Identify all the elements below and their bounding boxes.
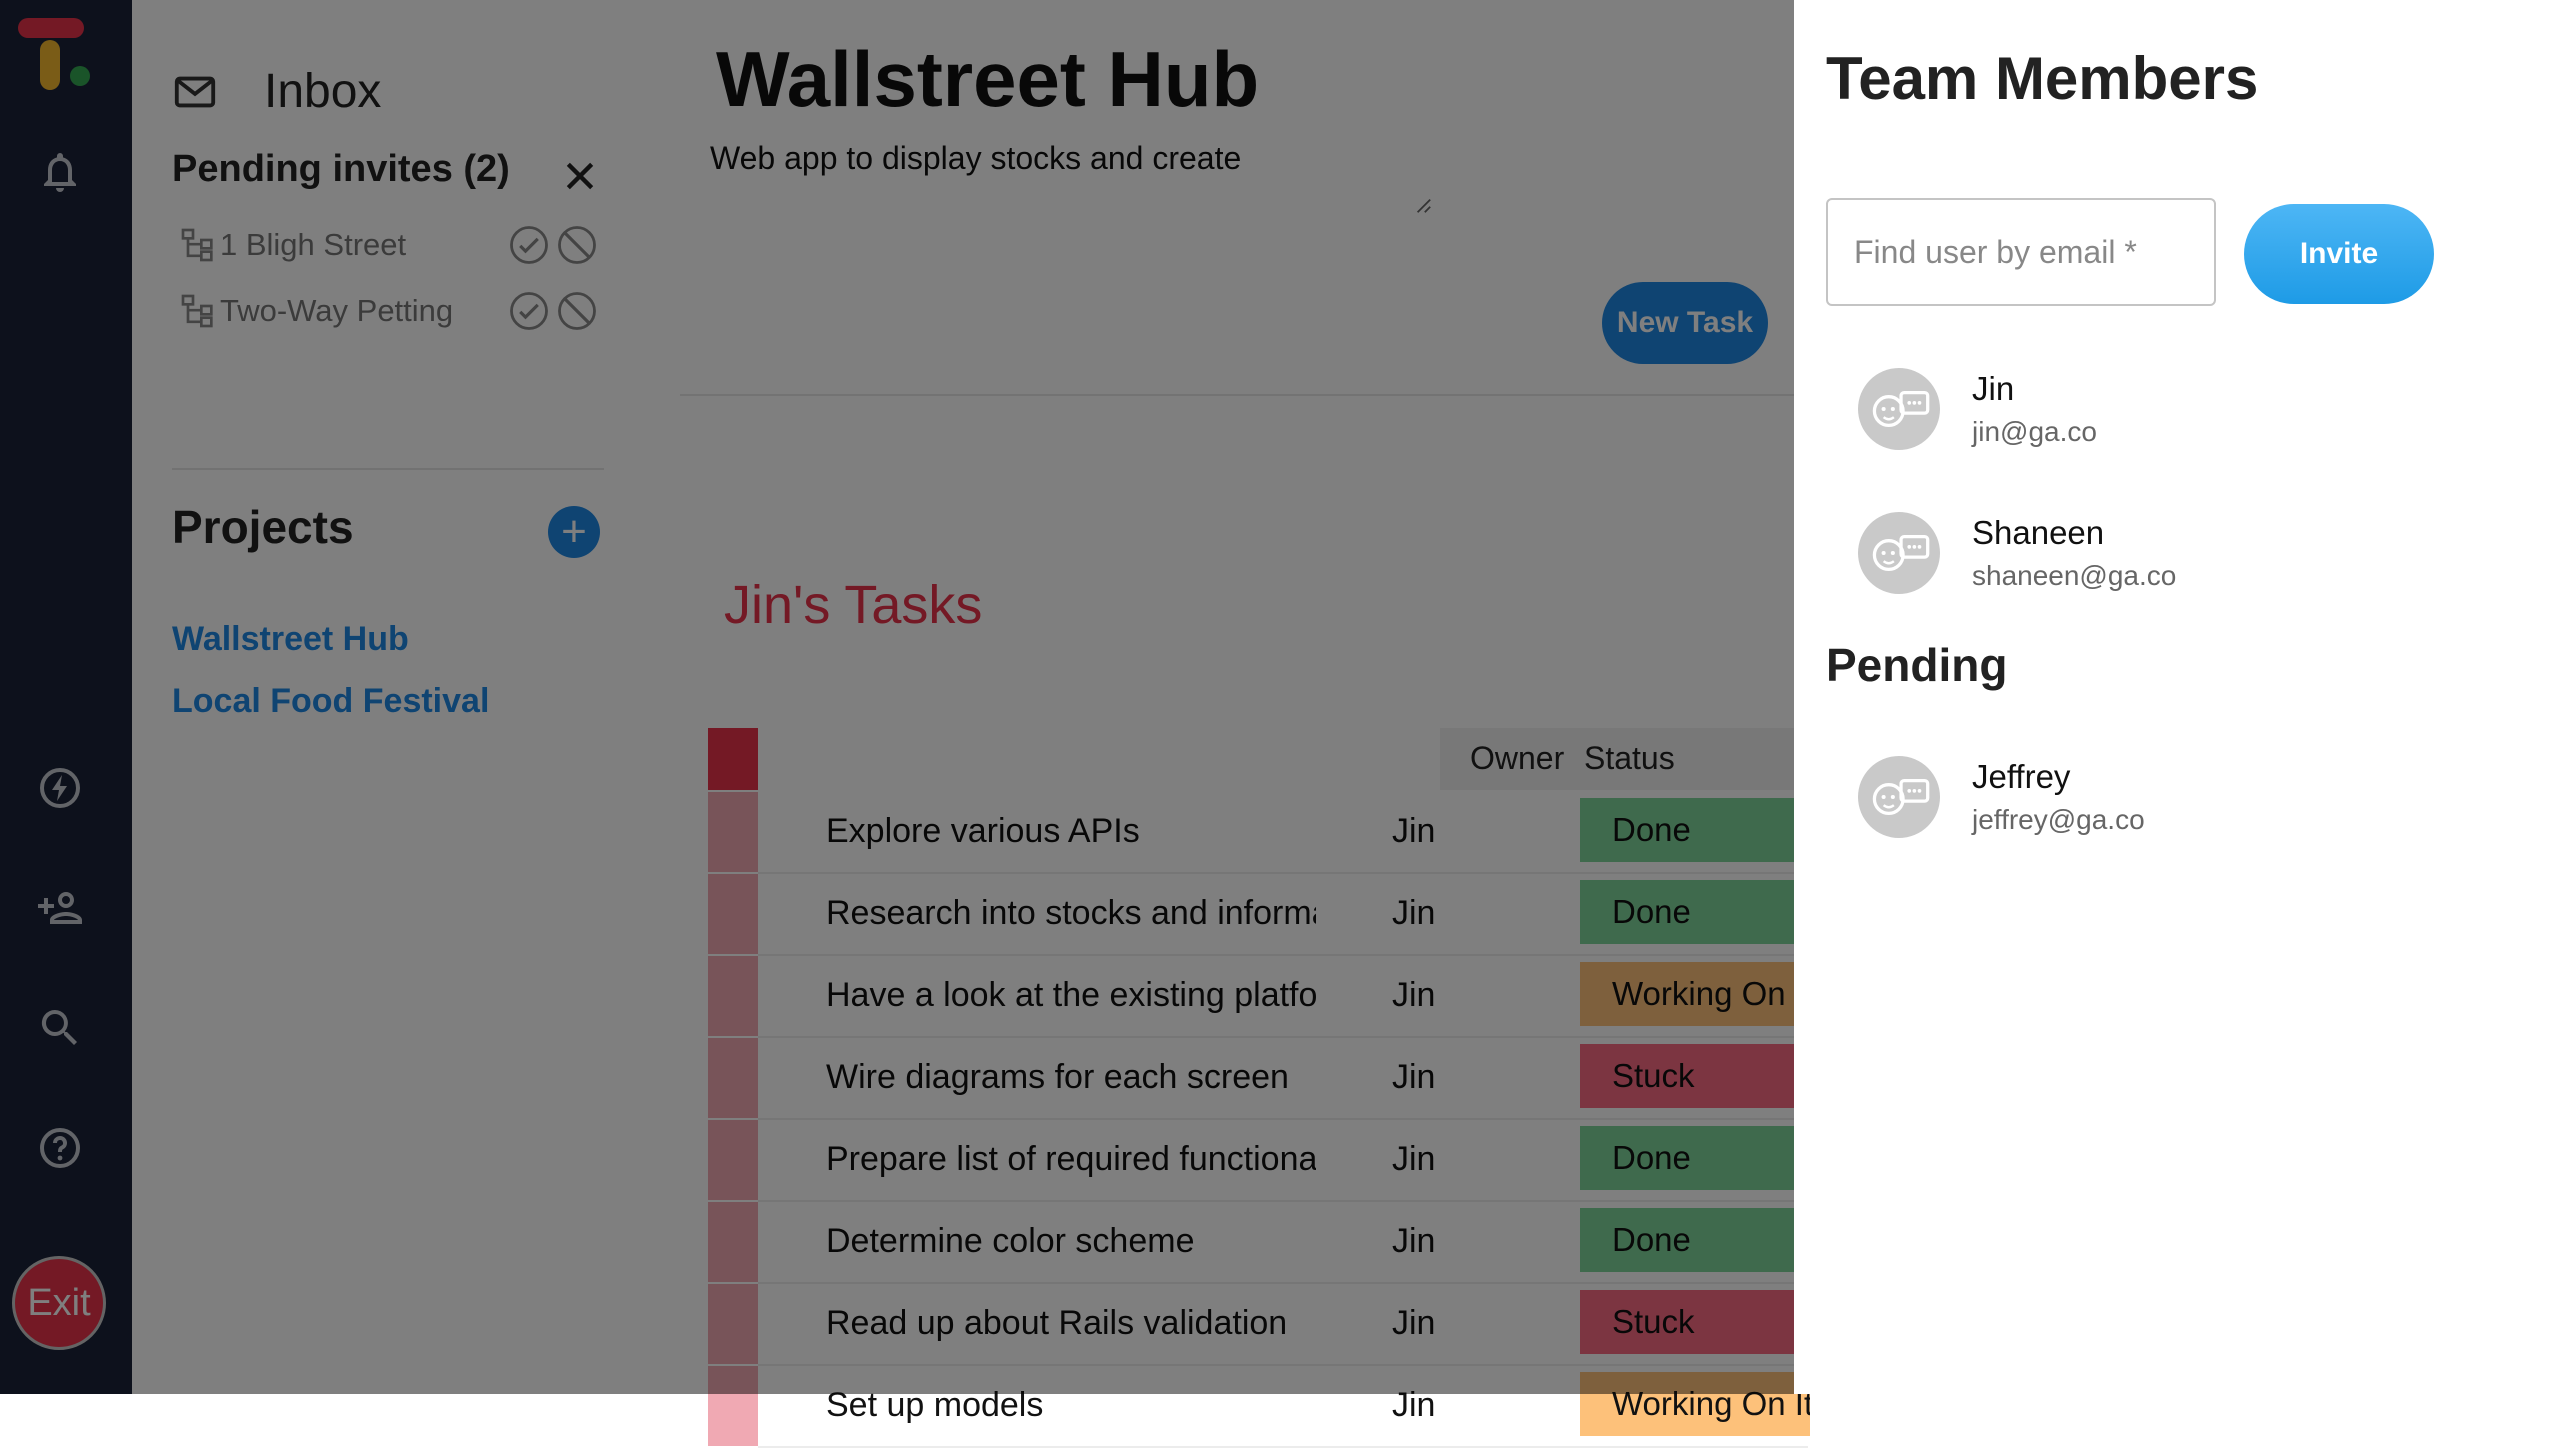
avatar-icon — [1858, 512, 1940, 594]
find-user-email-input[interactable] — [1826, 198, 2216, 306]
member-email: jeffrey@ga.co — [1972, 804, 2145, 835]
member-name: Jin — [1972, 370, 2015, 407]
modal-backdrop[interactable] — [0, 0, 1794, 1394]
pending-member-item[interactable]: Jeffrey jeffrey@ga.co — [1858, 756, 2458, 852]
avatar-icon — [1858, 368, 1940, 450]
member-name: Jeffrey — [1972, 758, 2071, 795]
member-email: jin@ga.co — [1972, 416, 2097, 447]
team-members-drawer: Team Members Invite Jin jin@ga.co Shanee… — [1794, 0, 2560, 1394]
member-item[interactable]: Jin jin@ga.co — [1858, 368, 2458, 464]
member-email: shaneen@ga.co — [1972, 560, 2177, 591]
avatar-icon — [1858, 756, 1940, 838]
member-name: Shaneen — [1972, 514, 2105, 551]
member-item[interactable]: Shaneen shaneen@ga.co — [1858, 512, 2458, 608]
invite-button[interactable]: Invite — [2244, 204, 2434, 304]
drawer-title: Team Members — [1826, 45, 2259, 112]
pending-title: Pending — [1826, 639, 2008, 691]
